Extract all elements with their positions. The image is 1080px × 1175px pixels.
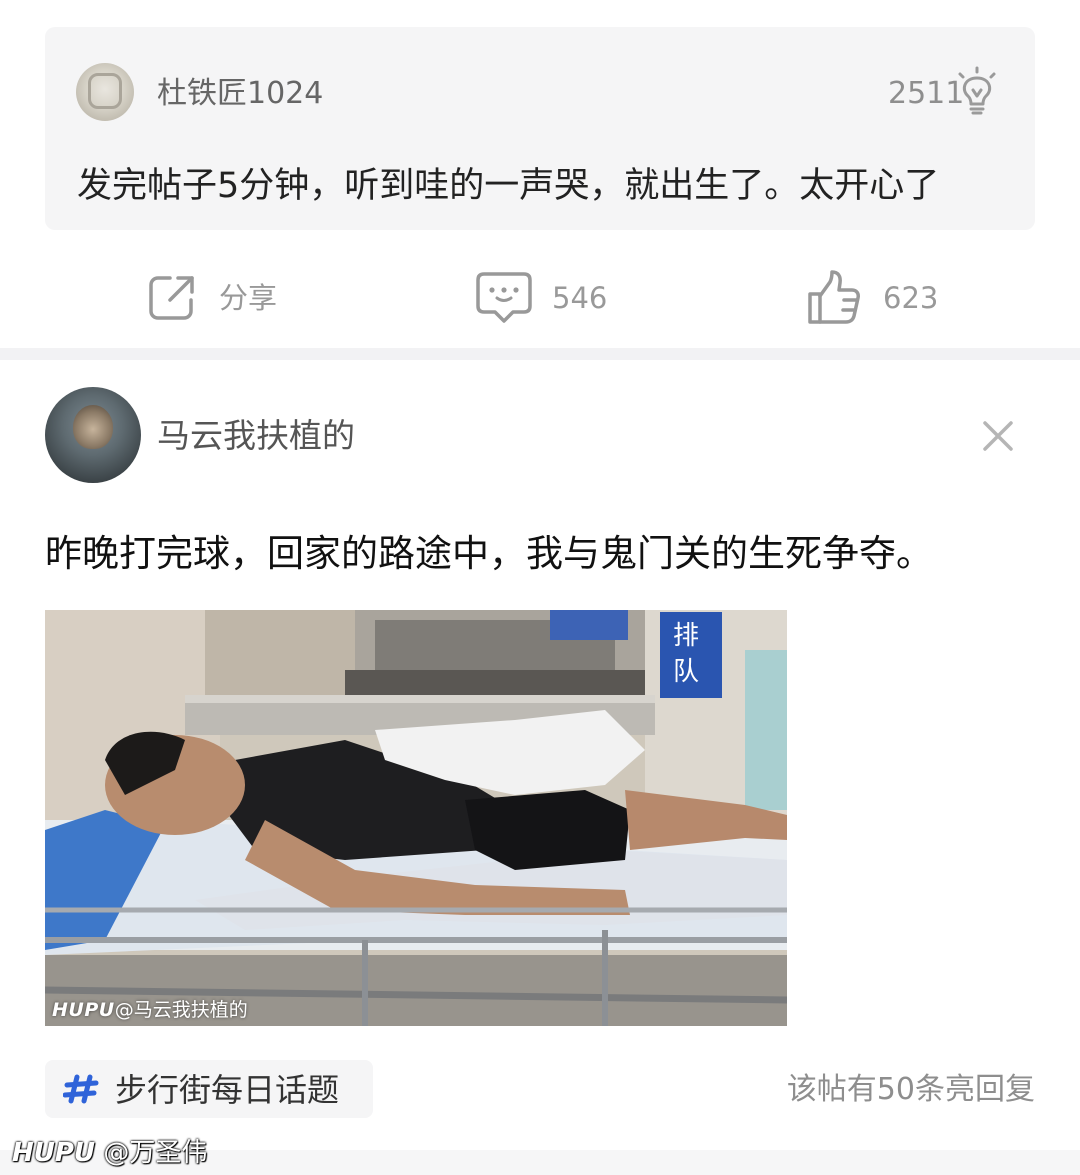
image-watermark: HUPU@马云我扶植的 [52, 998, 248, 1022]
page-watermark-brand: HUPU [12, 1138, 96, 1168]
comment-author-name[interactable]: 杜铁匠1024 [157, 74, 323, 114]
page-watermark: HUPU @万圣伟 [12, 1136, 207, 1170]
comment-icon[interactable] [475, 270, 533, 326]
post-author-avatar[interactable] [45, 387, 141, 483]
hashtag-icon [63, 1074, 99, 1104]
post-author-name[interactable]: 马云我扶植的 [157, 414, 355, 458]
queue-sign-text-1: 排 [673, 621, 699, 651]
topic-tag-label[interactable]: 步行街每日话题 [115, 1068, 339, 1112]
image-watermark-brand: HUPU [52, 999, 115, 1021]
comment-text: 发完帖子5分钟，听到哇的一声哭，就出生了。太开心了 [77, 166, 940, 206]
highlighted-replies-note[interactable]: 该帖有50条亮回复 [700, 1068, 1035, 1112]
share-button-label[interactable]: 分享 [219, 278, 277, 318]
page-watermark-user: @万圣伟 [103, 1138, 208, 1168]
image-watermark-user: @马云我扶植的 [114, 999, 248, 1021]
lightbulb-icon[interactable] [955, 66, 999, 116]
post-photo[interactable]: 排 队 [45, 610, 787, 1026]
post-title: 昨晚打完球，回家的路途中，我与鬼门关的生死争夺。 [45, 532, 933, 575]
queue-sign-text-2: 队 [673, 657, 699, 687]
reply-count[interactable]: 546 [552, 278, 607, 318]
like-count[interactable]: 623 [883, 278, 938, 318]
thumbs-up-icon[interactable] [806, 268, 862, 326]
comment-author-avatar[interactable] [76, 63, 134, 121]
light-count: 2511 [888, 76, 965, 111]
close-icon[interactable] [980, 418, 1016, 454]
post-photo-illustration: 排 队 [45, 610, 787, 1026]
section-divider [0, 348, 1080, 360]
share-icon[interactable] [146, 272, 198, 324]
